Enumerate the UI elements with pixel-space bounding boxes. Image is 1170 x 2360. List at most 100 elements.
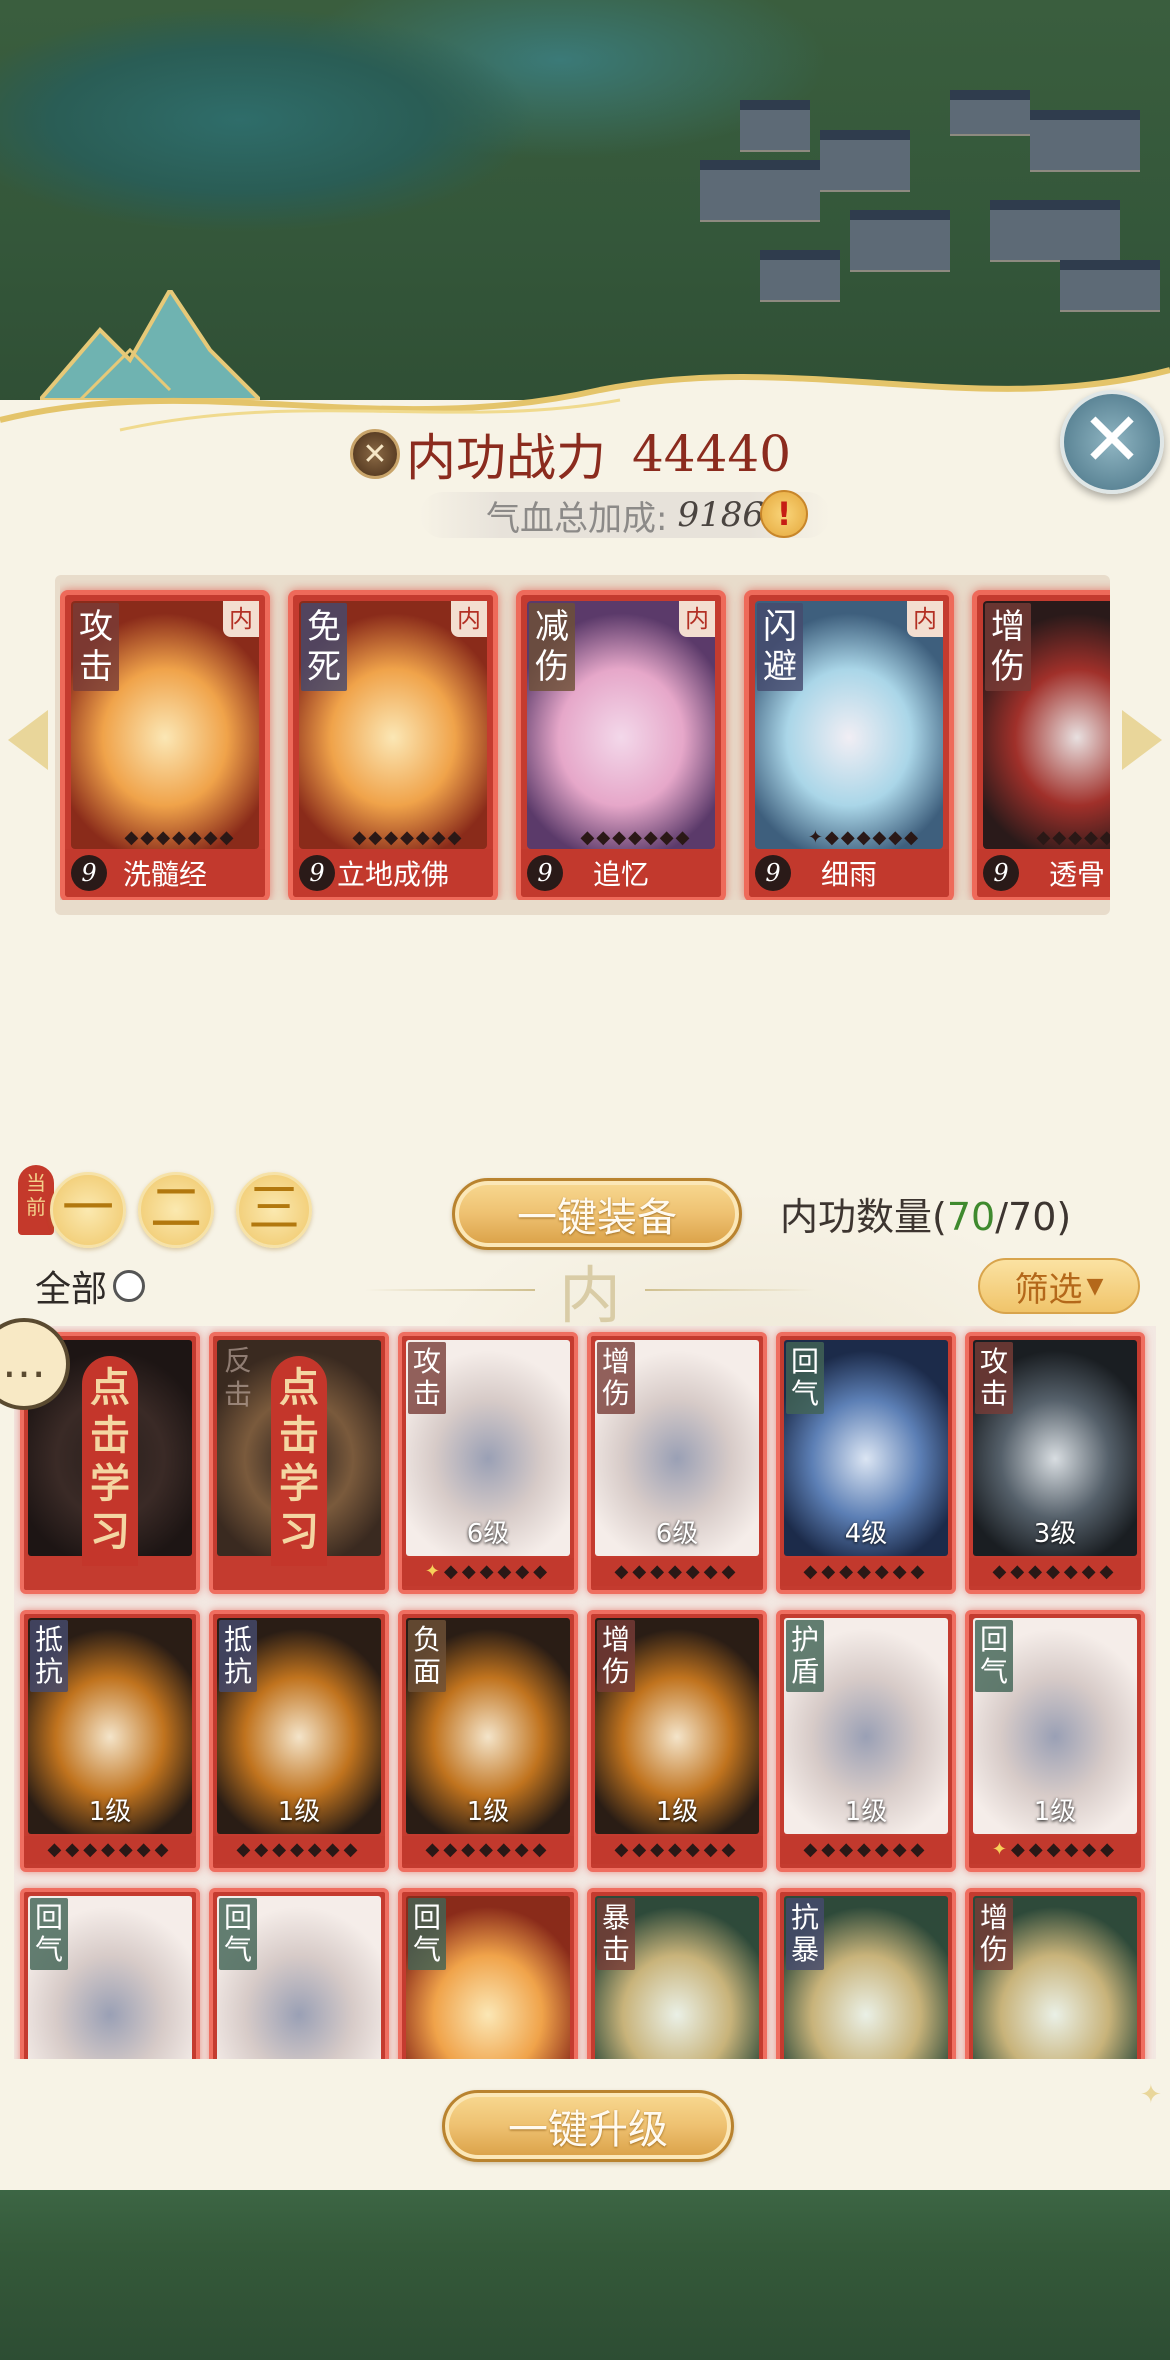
star-rating: ◆◆◆◆◆◆◆ [352, 827, 464, 848]
skill-card[interactable]: 回气 4级 ◆◆◆◆◆◆◆ [776, 1332, 956, 1594]
inner-power-title: ✕ 内功战力 44440 [350, 422, 792, 487]
skill-type-tag: 抵抗 [219, 1620, 257, 1692]
count-label: 内功数量 [780, 1195, 933, 1239]
skill-card[interactable]: 增伤 [965, 1888, 1145, 2059]
skill-level-badge: 9 [71, 855, 107, 891]
star-rating: ◆◆◆◆◆◆◆ [780, 1558, 952, 1586]
skill-type-tag: 增伤 [597, 1342, 635, 1414]
skill-type-tag: 免死 [301, 603, 347, 691]
star-rating: ◆◆◆◆◆◆◆ [591, 1558, 763, 1586]
star-rating: ◆◆◆◆◆◆◆ [591, 1836, 763, 1864]
scroll-left-arrow-icon[interactable] [8, 710, 48, 770]
crossed-swords-icon: ✕ [350, 429, 400, 479]
filter-label: 筛选 [1014, 1269, 1083, 1310]
star-rating: ◆◆◆◆◆◆◆ [124, 827, 236, 848]
skill-card[interactable]: 回气 1级 ✦◆◆◆◆◆◆ [965, 1610, 1145, 1872]
title-label: 内功战力 [406, 429, 606, 487]
equipped-skill-card[interactable]: 闪避内 ✦◆◆◆◆◆◆ 9 细雨 [744, 590, 954, 900]
skill-level: 1级 [655, 1797, 699, 1827]
skill-level: 1级 [1033, 1797, 1077, 1827]
skill-type-tag: 增伤 [597, 1620, 635, 1692]
skill-type-tag: 回气 [219, 1898, 257, 1970]
skill-card[interactable]: 负面 1级 ◆◆◆◆◆◆◆ [398, 1610, 578, 1872]
count-max: 70 [1008, 1195, 1057, 1239]
section-divider: 内 [340, 1259, 840, 1332]
star-rating: ✦◆◆◆◆◆◆ [807, 827, 921, 848]
skill-type-tag: 减伤 [529, 603, 575, 691]
skill-type-tag: 攻击 [975, 1342, 1013, 1414]
skill-card[interactable]: 回气 [398, 1888, 578, 2059]
skill-card[interactable]: 增伤 6级 ◆◆◆◆◆◆◆ [587, 1332, 767, 1594]
preset-tab-2[interactable]: 二 [138, 1172, 214, 1248]
close-button[interactable]: ✕ [1060, 390, 1164, 494]
skill-card[interactable]: 暴击 [587, 1888, 767, 2059]
equip-all-button[interactable]: 一键装备 [452, 1178, 742, 1250]
equipped-skill-card[interactable]: 免死内 ◆◆◆◆◆◆◆ 9 立地成佛 [288, 590, 498, 900]
skill-level: 6级 [655, 1519, 699, 1549]
click-to-learn-label[interactable]: 点击学习 [271, 1356, 327, 1566]
skill-level: 1级 [844, 1797, 888, 1827]
skill-level: 1级 [277, 1797, 321, 1827]
skill-level-badge: 9 [299, 855, 335, 891]
skill-card[interactable]: 攻击 3级 ◆◆◆◆◆◆◆ [965, 1332, 1145, 1594]
skill-card[interactable]: 抵抗 1级 ◆◆◆◆◆◆◆ [20, 1610, 200, 1872]
chevron-down-icon: ▼ [1086, 1273, 1104, 1299]
star-rating: ◆◆◆◆◆◆◆ [213, 1836, 385, 1864]
skill-card[interactable]: 回气 [20, 1888, 200, 2059]
skill-level-badge: 9 [527, 855, 563, 891]
upgrade-all-button[interactable]: 一键升级 [442, 2090, 734, 2162]
star-rating: ◆◆◆◆◆◆◆ [580, 827, 692, 848]
learn-skill-card[interactable]: 反击点击学习 [209, 1332, 389, 1594]
skill-card[interactable]: 抗暴 [776, 1888, 956, 2059]
skill-card[interactable]: 回气 [209, 1888, 389, 2059]
star-rating: ✦◆◆◆◆◆◆ [969, 1836, 1141, 1864]
star-rating: ◆◆◆◆◆◆◆ [24, 1836, 196, 1864]
filter-button[interactable]: 筛选 ▼ [978, 1258, 1140, 1314]
all-label-text: 全部 [35, 1269, 108, 1310]
skill-level: 3级 [1033, 1519, 1077, 1549]
skill-type-tag: 护盾 [786, 1620, 824, 1692]
skill-card[interactable]: 攻击 6级 ✦◆◆◆◆◆◆ [398, 1332, 578, 1594]
skill-card[interactable]: 护盾 1级 ◆◆◆◆◆◆◆ [776, 1610, 956, 1872]
star-rating: ◆◆◆◆◆◆◆ [780, 1836, 952, 1864]
preset-tab-3[interactable]: 三 [236, 1172, 312, 1248]
equipped-skill-card[interactable]: 减伤内 ◆◆◆◆◆◆◆ 9 追忆 [516, 590, 726, 900]
star-rating: ◆◆◆◆◆◆◆ [969, 1558, 1141, 1586]
equipped-skill-card[interactable]: 增伤◆◆◆◆◆◆◆9透骨 [972, 590, 1110, 900]
inner-corner-tag: 内 [223, 601, 259, 637]
star-rating: ◆◆◆◆◆◆◆ [402, 1836, 574, 1864]
click-to-learn-label[interactable]: 点击学习 [82, 1356, 138, 1566]
skill-type-tag: 回气 [786, 1342, 824, 1414]
skill-level: 4级 [844, 1519, 888, 1549]
equipped-skill-card[interactable]: 攻击内 ◆◆◆◆◆◆◆ 9 洗髓经 [60, 590, 270, 900]
skill-type-tag: 增伤 [985, 603, 1031, 691]
skill-card[interactable]: 抵抗 1级 ◆◆◆◆◆◆◆ [209, 1610, 389, 1872]
info-alert-icon[interactable]: ! [760, 490, 808, 538]
skill-type-tag: 暴击 [597, 1898, 635, 1970]
star-rating: ◆◆◆◆◆◆◆ [1036, 827, 1110, 848]
skill-type-tag: 反击 [223, 1344, 252, 1411]
skill-grid: 点击学习反击点击学习攻击 6级 ✦◆◆◆◆◆◆ 增伤 6级 ◆◆◆◆◆◆◆ 回气 4级 ◆◆◆◆… [14, 1326, 1156, 2059]
inner-corner-tag: 内 [907, 601, 943, 637]
current-preset-badge: 当前 [18, 1165, 54, 1235]
inner-corner-tag: 内 [451, 601, 487, 637]
skill-type-tag: 闪避 [757, 603, 803, 691]
skill-type-tag: 负面 [408, 1620, 446, 1692]
scroll-right-arrow-icon[interactable] [1122, 710, 1162, 770]
skill-type-tag: 抗暴 [786, 1898, 824, 1970]
skill-type-tag: 回气 [408, 1898, 446, 1970]
divider-char: 内 [558, 1259, 621, 1332]
town-buildings [700, 90, 1170, 340]
hp-bonus-label: 气血总加成: [486, 498, 668, 539]
skill-level-badge: 9 [755, 855, 791, 891]
all-radio[interactable] [113, 1270, 146, 1302]
skill-level: 6级 [466, 1519, 510, 1549]
show-all-toggle[interactable]: 全部 [35, 1262, 146, 1310]
inner-corner-tag: 内 [679, 601, 715, 637]
preset-tab-1[interactable]: 一 [50, 1172, 126, 1248]
skill-card[interactable]: 增伤 1级 ◆◆◆◆◆◆◆ [587, 1610, 767, 1872]
bottom-scenery-background [0, 2170, 1170, 2360]
skill-type-tag: 攻击 [408, 1342, 446, 1414]
power-value: 44440 [632, 425, 792, 483]
skill-type-tag: 增伤 [975, 1898, 1013, 1970]
